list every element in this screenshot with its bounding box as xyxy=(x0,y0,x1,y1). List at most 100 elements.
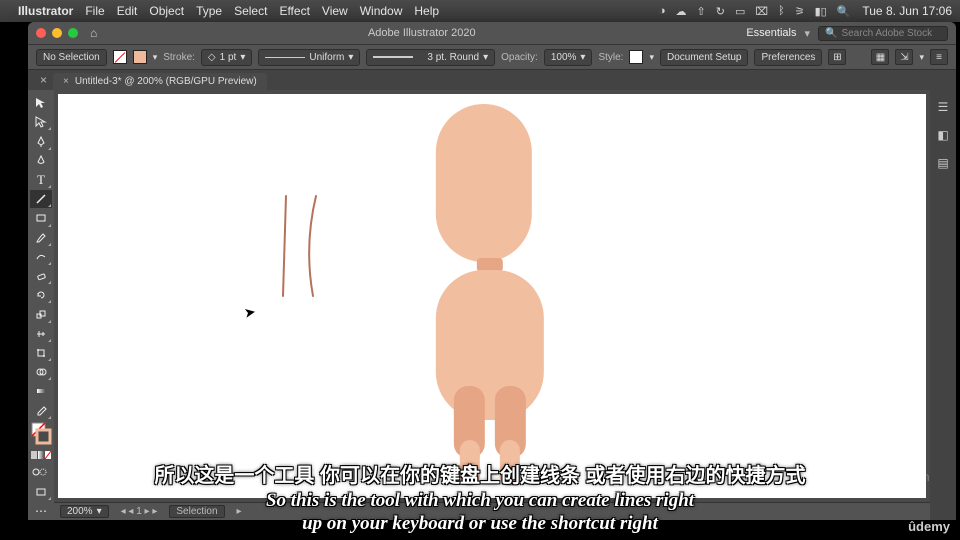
macos-menubar: Illustrator File Edit Object Type Select… xyxy=(0,0,960,22)
display-icon[interactable]: ▭ xyxy=(735,5,745,18)
bluetooth-icon[interactable]: ᛒ xyxy=(778,5,785,17)
window-zoom-button[interactable] xyxy=(68,28,78,38)
battery-icon[interactable]: ▮▯ xyxy=(815,5,827,18)
opacity-label: Opacity: xyxy=(501,52,538,63)
free-transform-tool[interactable] xyxy=(30,344,52,362)
color-modes[interactable] xyxy=(30,448,52,463)
menu-effect[interactable]: Effect xyxy=(279,4,309,18)
wifi-icon[interactable]: ⚞ xyxy=(795,5,805,18)
character-figure xyxy=(436,104,544,486)
canvas[interactable]: ➤ xyxy=(54,90,930,502)
search-icon: 🔍 xyxy=(825,28,837,39)
watermark-provider: ûdemy xyxy=(908,519,950,534)
document-tabs: × × Untitled-3* @ 200% (RGB/GPU Preview) xyxy=(28,70,956,90)
tabs-menu-button[interactable]: × xyxy=(34,73,53,87)
tab-close-icon[interactable]: × xyxy=(63,76,69,87)
direct-selection-tool[interactable] xyxy=(30,113,52,131)
status-mode[interactable]: Selection xyxy=(169,505,224,518)
artboard: ➤ xyxy=(58,94,926,498)
chevron-down-icon[interactable]: ▾ xyxy=(649,52,654,63)
status-bar: 200% ▾ ◂ ◂ 1 ▸ ▸ Selection ▸ xyxy=(54,502,930,520)
draw-mode[interactable] xyxy=(30,463,52,481)
cloud-icon[interactable]: ☁ xyxy=(676,5,687,18)
tv-icon[interactable]: ⌧ xyxy=(755,5,768,18)
line-segment-tool[interactable] xyxy=(30,190,52,208)
shape-builder-tool[interactable] xyxy=(30,363,52,381)
window-controls xyxy=(36,28,78,38)
tab-label: Untitled-3* @ 200% (RGB/GPU Preview) xyxy=(75,76,257,87)
layers-panel-icon[interactable]: ◧ xyxy=(934,126,952,144)
curvature-tool[interactable] xyxy=(30,152,52,170)
app-menu[interactable]: Illustrator xyxy=(18,4,73,18)
rotate-tool[interactable] xyxy=(30,286,52,304)
upload-icon[interactable]: ⇧ xyxy=(697,5,706,18)
type-tool[interactable]: T xyxy=(30,171,52,189)
menu-select[interactable]: Select xyxy=(234,4,267,18)
align-button[interactable]: ▦ xyxy=(871,49,889,65)
stroke-weight-input[interactable]: ◇1 pt▾ xyxy=(201,49,252,66)
shaper-tool[interactable] xyxy=(30,248,52,266)
scale-tool[interactable] xyxy=(30,305,52,323)
zoom-level-input[interactable]: 200% ▾ xyxy=(60,505,109,518)
selection-status: No Selection xyxy=(36,49,107,66)
opacity-input[interactable]: 100%▾ xyxy=(544,49,593,66)
menu-edit[interactable]: Edit xyxy=(117,4,138,18)
mouse-cursor-icon: ➤ xyxy=(243,303,258,322)
selection-tool[interactable] xyxy=(30,94,52,112)
search-placeholder: Search Adobe Stock xyxy=(841,28,932,39)
menu-object[interactable]: Object xyxy=(149,4,184,18)
graphic-style-swatch[interactable] xyxy=(629,50,643,64)
stroke-swatch[interactable] xyxy=(133,50,147,64)
screen-mode[interactable] xyxy=(30,483,52,501)
window-close-button[interactable] xyxy=(36,28,46,38)
brush-select[interactable]: 3 pt. Round▾ xyxy=(366,49,495,66)
status-menu-button[interactable]: ▸ xyxy=(237,506,242,517)
rectangle-tool[interactable] xyxy=(30,209,52,227)
pen-tool[interactable] xyxy=(30,132,52,150)
stock-search-input[interactable]: 🔍 Search Adobe Stock xyxy=(818,26,948,41)
edit-toolbar-button[interactable]: ⋯ xyxy=(30,502,52,520)
isolate-button[interactable]: ⊞ xyxy=(828,49,846,65)
preferences-button[interactable]: Preferences xyxy=(754,49,822,66)
chevron-down-icon[interactable]: ▾ xyxy=(919,52,924,63)
menu-help[interactable]: Help xyxy=(414,4,439,18)
workspace-switcher[interactable]: Essentials xyxy=(746,27,796,39)
figure-head xyxy=(436,104,532,262)
right-panel-dock: ☰ ◧ ▤ xyxy=(930,90,956,520)
fill-stroke-colors[interactable] xyxy=(30,421,52,447)
control-bar: No Selection ▾ Stroke: ◇1 pt▾ Uniform▾ 3… xyxy=(28,44,956,70)
menu-window[interactable]: Window xyxy=(360,4,403,18)
window-minimize-button[interactable] xyxy=(52,28,62,38)
chevron-down-icon[interactable]: ▾ xyxy=(804,27,810,40)
home-button[interactable]: ⌂ xyxy=(90,26,97,40)
document-setup-button[interactable]: Document Setup xyxy=(660,49,749,66)
sync-icon[interactable]: ↻ xyxy=(716,5,725,18)
figure-shins xyxy=(436,440,544,486)
sample-lines xyxy=(280,194,340,309)
menubar-datetime[interactable]: Tue 8. Jun 17:06 xyxy=(862,4,952,18)
chevron-down-icon[interactable]: ▾ xyxy=(153,52,158,63)
stroke-profile-select[interactable]: Uniform▾ xyxy=(258,49,360,66)
libraries-panel-icon[interactable]: ▤ xyxy=(934,154,952,172)
toolbox: T ⋯ xyxy=(28,90,54,520)
window-title: Adobe Illustrator 2020 xyxy=(97,27,746,39)
fill-swatch[interactable] xyxy=(113,50,127,64)
gradient-tool[interactable] xyxy=(30,382,52,400)
canvas-area: ➤ 200% ▾ ◂ ◂ 1 ▸ ▸ Selection ▸ xyxy=(54,90,930,520)
paintbrush-tool[interactable] xyxy=(30,229,52,247)
artboard-nav[interactable]: ◂ ◂ 1 ▸ ▸ xyxy=(121,506,158,517)
control-menu-button[interactable]: ≡ xyxy=(930,49,948,65)
spotlight-icon[interactable]: 🔍 xyxy=(837,5,851,18)
illustrator-window: ⌂ Adobe Illustrator 2020 Essentials ▾ 🔍 Se… xyxy=(28,22,956,520)
menu-type[interactable]: Type xyxy=(196,4,222,18)
transform-button[interactable]: ⇲ xyxy=(895,49,913,65)
menu-view[interactable]: View xyxy=(322,4,348,18)
width-tool[interactable] xyxy=(30,325,52,343)
document-tab[interactable]: × Untitled-3* @ 200% (RGB/GPU Preview) xyxy=(53,73,267,90)
eraser-tool[interactable] xyxy=(30,267,52,285)
properties-panel-icon[interactable]: ☰ xyxy=(934,98,952,116)
status-icon[interactable]: ◑ xyxy=(659,5,666,17)
stroke-label: Stroke: xyxy=(163,52,195,63)
menu-file[interactable]: File xyxy=(85,4,104,18)
eyedropper-tool[interactable] xyxy=(30,402,52,420)
